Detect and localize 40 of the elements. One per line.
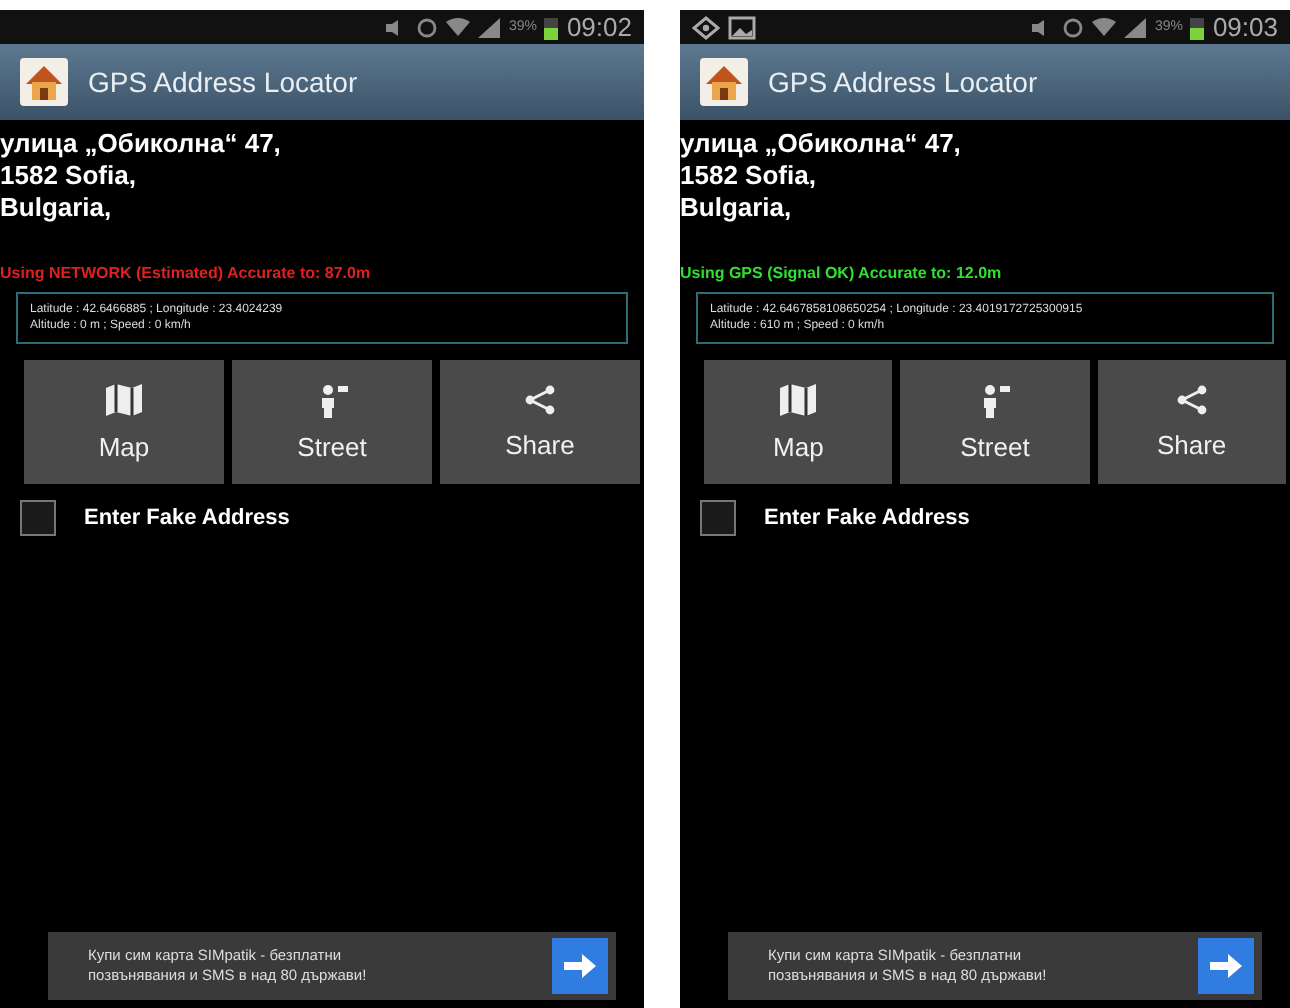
house-icon (700, 58, 748, 106)
address-line: Bulgaria, (680, 192, 794, 224)
map-button[interactable]: Map (24, 360, 224, 484)
share-icon (1175, 383, 1208, 416)
street-button[interactable]: Street (232, 360, 432, 484)
address-line: Bulgaria, (0, 192, 114, 224)
map-icon (778, 382, 819, 418)
map-button[interactable]: Map (704, 360, 893, 484)
clock-time: 09:03 (1212, 12, 1278, 42)
checkbox[interactable] (20, 500, 56, 536)
address-line: 1582 Sofia, (680, 160, 818, 192)
share-icon (524, 383, 556, 416)
app-title: GPS Address Locator (88, 66, 358, 98)
share-button[interactable]: Share (440, 360, 640, 484)
image-icon (728, 15, 756, 39)
address-line: улица „Обиколна“ 47, (0, 128, 283, 160)
house-icon (20, 58, 68, 106)
address-line: улица „Обиколна“ 47, (680, 128, 963, 160)
checkbox[interactable] (700, 500, 736, 536)
arrow-button[interactable] (552, 938, 608, 994)
accuracy-status: Using GPS (Signal OK) Accurate to: 12.0m (680, 264, 1004, 282)
clock-time: 09:02 (566, 12, 632, 42)
map-icon (104, 382, 144, 418)
street-button[interactable]: Street (900, 360, 1090, 484)
wifi-icon (1092, 17, 1117, 37)
arrow-icon (1208, 952, 1244, 980)
signal-icon (478, 17, 501, 37)
arrow-icon (562, 952, 598, 980)
arrow-button[interactable] (1198, 938, 1254, 994)
signal-icon (1124, 17, 1147, 37)
battery-icon (544, 15, 559, 39)
app-title: GPS Address Locator (768, 66, 1038, 98)
checkbox-label: Enter Fake Address (84, 506, 290, 530)
share-button[interactable]: Share (1097, 360, 1286, 484)
location-icon (692, 15, 720, 39)
wifi-icon (446, 17, 471, 37)
address-line: 1582 Sofia, (0, 160, 138, 192)
checkbox-label: Enter Fake Address (764, 506, 970, 530)
battery-icon (1190, 15, 1205, 39)
accuracy-status: Using NETWORK (Estimated) Accurate to: 87.0m (0, 264, 373, 282)
